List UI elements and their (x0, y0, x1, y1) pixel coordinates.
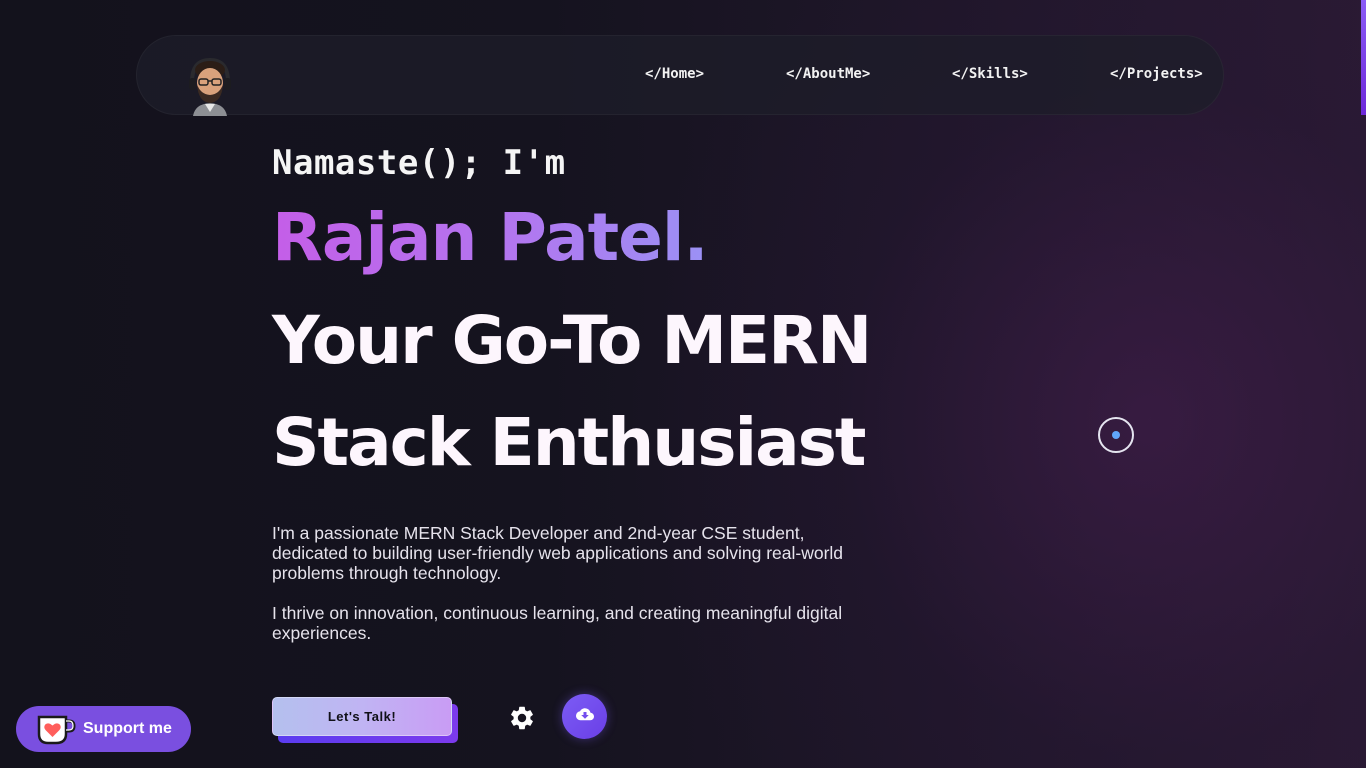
nav-link-aboutme[interactable]: </AboutMe> (786, 66, 870, 82)
lets-talk-wrapper: Let's Talk! (272, 697, 458, 743)
avatar[interactable] (187, 56, 233, 116)
lets-talk-button[interactable]: Let's Talk! (272, 697, 452, 736)
hero-role: Your Go-To MERN Stack Enthusiast (272, 290, 972, 494)
download-cv-button[interactable] (562, 694, 607, 739)
support-me-button[interactable]: Support me (16, 706, 191, 752)
hero-bio: I'm a passionate MERN Stack Developer an… (272, 523, 872, 643)
hero-role-line2: Stack Enthusiast (272, 404, 867, 481)
custom-cursor-dot (1112, 431, 1120, 439)
kofi-cup-icon (36, 712, 76, 746)
scroll-progress-indicator (1361, 0, 1366, 115)
bio-paragraph-1: I'm a passionate MERN Stack Developer an… (272, 523, 844, 583)
hero-name: Rajan Patel. (272, 194, 709, 282)
hero-greeting: Namaste(); I'm (272, 143, 566, 183)
hero-role-line1: Your Go-To MERN (272, 302, 872, 379)
support-me-label: Support me (83, 720, 172, 737)
navbar: </Home> </AboutMe> </Skills> </Projects> (136, 35, 1224, 116)
bio-paragraph-2: I thrive on innovation, continuous learn… (272, 603, 843, 643)
nav-link-skills[interactable]: </Skills> (952, 66, 1028, 82)
cloud-download-icon (575, 707, 594, 726)
nav-link-projects[interactable]: </Projects> (1110, 66, 1203, 82)
hero-section: Namaste(); I'm Rajan Patel. Your Go-To M… (272, 140, 972, 494)
gear-icon[interactable] (508, 704, 536, 732)
nav-link-home[interactable]: </Home> (645, 66, 704, 82)
